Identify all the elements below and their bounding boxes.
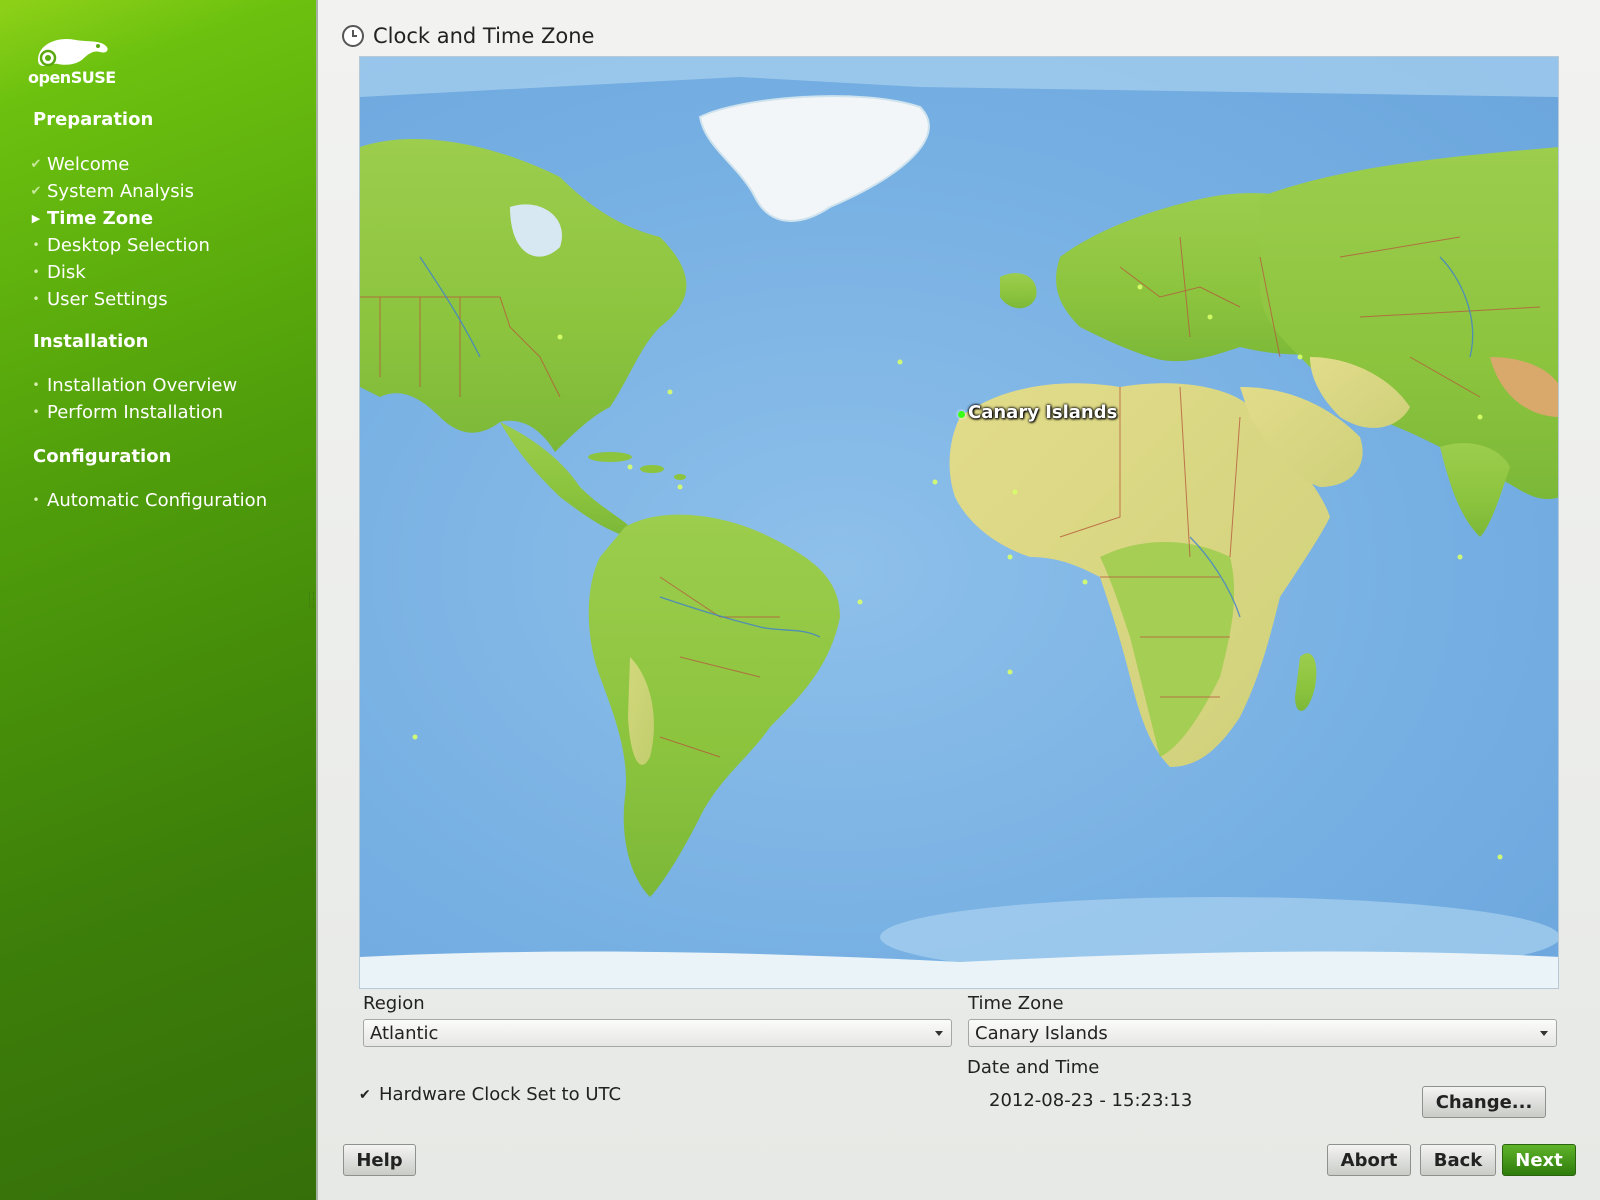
- selected-location-marker: [958, 411, 965, 418]
- date-time-value: 2012-08-23 - 15:23:13: [989, 1090, 1193, 1111]
- step-label: Desktop Selection: [47, 234, 210, 256]
- section-installation: Installation: [33, 331, 149, 352]
- change-button[interactable]: Change...: [1422, 1086, 1546, 1118]
- step-desktop-selection: • Desktop Selection: [25, 233, 210, 257]
- step-label: System Analysis: [47, 180, 195, 202]
- region-value: Atlantic: [370, 1022, 439, 1044]
- next-button[interactable]: Next: [1502, 1144, 1576, 1176]
- land-south-america: [588, 514, 840, 897]
- section-configuration: Configuration: [33, 446, 172, 467]
- step-time-zone: ▶ Time Zone: [25, 206, 153, 230]
- step-label: Installation Overview: [47, 374, 238, 396]
- abort-button[interactable]: Abort: [1327, 1144, 1411, 1176]
- opensuse-logo: openSUSE: [28, 30, 118, 87]
- step-label: Time Zone: [47, 207, 154, 229]
- step-automatic-configuration: • Automatic Configuration: [25, 488, 267, 512]
- region-select[interactable]: Atlantic: [363, 1019, 952, 1047]
- step-installation-overview: • Installation Overview: [25, 373, 237, 397]
- page-title: Clock and Time Zone: [373, 24, 595, 48]
- chevron-down-icon: [1540, 1031, 1548, 1036]
- step-label: Welcome: [47, 153, 130, 175]
- step-label: Perform Installation: [47, 401, 224, 423]
- step-disk: • Disk: [25, 260, 86, 284]
- bullet-icon: •: [32, 493, 40, 507]
- step-welcome: ✔ Welcome: [25, 152, 130, 176]
- timezone-value: Canary Islands: [975, 1022, 1108, 1044]
- hardware-clock-utc-label: Hardware Clock Set to UTC: [379, 1084, 622, 1105]
- sidebar: openSUSE Preparation ✔ Welcome ✔ System …: [0, 0, 316, 1200]
- selected-location-label: Canary Islands: [968, 402, 1118, 423]
- section-preparation: Preparation: [33, 109, 154, 130]
- check-icon: ✔: [30, 156, 42, 172]
- step-label: User Settings: [47, 288, 168, 310]
- bullet-icon: •: [32, 405, 40, 419]
- chevron-down-icon: [935, 1031, 943, 1036]
- logo-text: openSUSE: [28, 68, 116, 87]
- hardware-clock-utc-checkbox[interactable]: ✔ Hardware Clock Set to UTC: [359, 1084, 621, 1105]
- date-time-label: Date and Time: [967, 1057, 1100, 1078]
- page-header: Clock and Time Zone: [342, 24, 594, 48]
- clock-icon: [342, 25, 364, 47]
- step-label: Disk: [47, 261, 86, 283]
- land-greenland: [698, 95, 930, 222]
- step-perform-installation: • Perform Installation: [25, 400, 223, 424]
- help-button[interactable]: Help: [343, 1144, 416, 1176]
- bullet-icon: •: [32, 238, 40, 252]
- map-graphic: [360, 57, 1558, 988]
- region-label: Region: [363, 993, 425, 1014]
- step-system-analysis: ✔ System Analysis: [25, 179, 194, 203]
- bullet-icon: •: [32, 265, 40, 279]
- bullet-icon: •: [32, 378, 40, 392]
- checkbox-checked-icon: ✔: [359, 1086, 371, 1103]
- check-icon: ✔: [30, 183, 42, 199]
- back-button[interactable]: Back: [1420, 1144, 1496, 1176]
- step-label: Automatic Configuration: [47, 489, 268, 511]
- timezone-select[interactable]: Canary Islands: [968, 1019, 1557, 1047]
- world-map[interactable]: Canary Islands: [359, 56, 1559, 989]
- land-north-america: [360, 138, 687, 452]
- step-user-settings: • User Settings: [25, 287, 168, 311]
- arrow-right-icon: ▶: [31, 211, 41, 225]
- sidebar-resize-handle[interactable]: [309, 592, 314, 608]
- timezone-label: Time Zone: [968, 993, 1064, 1014]
- bullet-icon: •: [32, 292, 40, 306]
